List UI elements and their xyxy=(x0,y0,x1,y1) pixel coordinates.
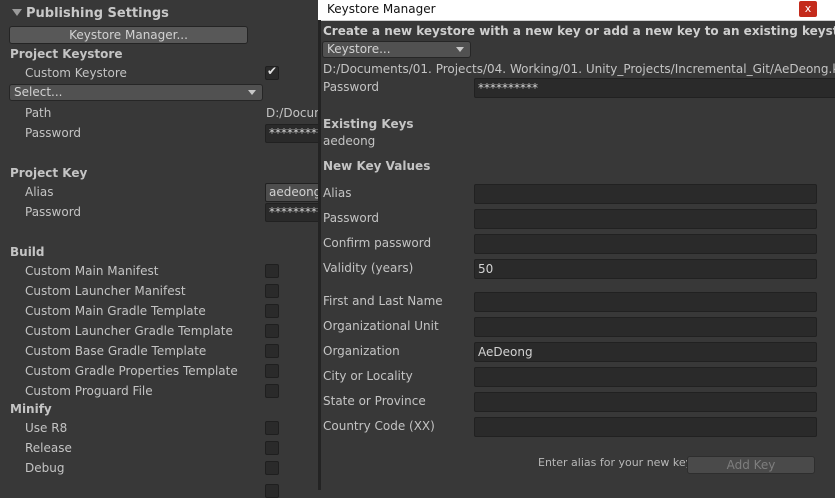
hint-text: Enter alias for your new key. xyxy=(538,456,695,469)
org-unit-input[interactable] xyxy=(474,317,817,337)
new-password-label: Password xyxy=(323,211,380,225)
country-label: Country Code (XX) xyxy=(323,419,435,433)
dialog-password-label: Password xyxy=(323,80,380,94)
path-label: Path xyxy=(25,106,52,120)
minify-item-checkbox[interactable] xyxy=(265,461,279,475)
dialog-titlebar[interactable]: Keystore Manager x xyxy=(318,0,835,21)
keystore-dropdown-value: Keystore... xyxy=(327,42,391,56)
dialog-password-field[interactable]: ********** xyxy=(474,78,835,98)
dialog-heading: Create a new keystore with a new key or … xyxy=(323,24,835,38)
add-key-button[interactable]: Add Key xyxy=(687,456,815,474)
project-keystore-header: Project Keystore xyxy=(10,47,123,61)
first-last-name-input[interactable] xyxy=(474,292,817,312)
new-alias-label: Alias xyxy=(323,186,352,200)
build-item-label: Custom Launcher Gradle Template xyxy=(25,324,233,338)
dropdown-arrow-icon xyxy=(456,47,464,52)
path-value: D:/Docum xyxy=(266,106,326,120)
key-password-label: Password xyxy=(25,205,82,219)
minify-item-label: Use R8 xyxy=(25,421,68,435)
build-item-checkbox[interactable] xyxy=(265,304,279,318)
project-key-header: Project Key xyxy=(10,166,88,180)
existing-key-item: aedeong xyxy=(323,134,376,148)
keystore-select-value: Select... xyxy=(14,85,63,99)
organization-value: AeDeong xyxy=(478,345,533,359)
dialog-password-value: ********** xyxy=(478,81,538,95)
build-item-checkbox[interactable] xyxy=(265,344,279,358)
build-header: Build xyxy=(10,245,45,259)
check-icon: ✔ xyxy=(267,64,278,78)
new-key-values-header: New Key Values xyxy=(323,159,431,173)
city-input[interactable] xyxy=(474,367,817,387)
minify-item-label: Release xyxy=(25,441,72,455)
organization-input[interactable]: AeDeong xyxy=(474,342,817,362)
build-item-checkbox[interactable] xyxy=(265,364,279,378)
dialog-border xyxy=(318,20,321,490)
keystore-manager-button[interactable]: Keystore Manager... xyxy=(9,26,248,44)
city-label: City or Locality xyxy=(323,369,413,383)
build-item-checkbox[interactable] xyxy=(265,324,279,338)
existing-keys-header: Existing Keys xyxy=(323,117,414,131)
validity-label: Validity (years) xyxy=(323,261,414,275)
dropdown-arrow-icon xyxy=(248,90,256,95)
alias-value: aedeong xyxy=(269,185,322,199)
cut-off-checkbox[interactable] xyxy=(265,484,279,498)
state-input[interactable] xyxy=(474,392,817,412)
build-item-label: Custom Gradle Properties Template xyxy=(25,364,238,378)
keystore-path: D:/Documents/01. Projects/04. Working/01… xyxy=(323,62,835,76)
confirm-password-label: Confirm password xyxy=(323,236,432,250)
build-item-checkbox[interactable] xyxy=(265,264,279,278)
publishing-settings-title[interactable]: Publishing Settings xyxy=(26,6,169,21)
country-input[interactable] xyxy=(474,417,817,437)
minify-item-checkbox[interactable] xyxy=(265,421,279,435)
minify-item-checkbox[interactable] xyxy=(265,441,279,455)
build-item-label: Custom Proguard File xyxy=(25,384,153,398)
alias-label: Alias xyxy=(25,185,54,199)
keystore-password-label: Password xyxy=(25,126,82,140)
validity-input[interactable]: 50 xyxy=(474,259,817,279)
build-item-checkbox[interactable] xyxy=(265,384,279,398)
custom-keystore-label: Custom Keystore xyxy=(25,66,127,80)
build-item-label: Custom Base Gradle Template xyxy=(25,344,207,358)
build-item-label: Custom Main Gradle Template xyxy=(25,304,206,318)
organization-label: Organization xyxy=(323,344,400,358)
close-icon: x xyxy=(804,2,812,15)
validity-value: 50 xyxy=(478,262,494,276)
close-button[interactable]: x xyxy=(799,1,817,17)
keystore-dropdown[interactable]: Keystore... xyxy=(322,41,471,58)
build-item-label: Custom Main Manifest xyxy=(25,264,159,278)
minify-header: Minify xyxy=(10,402,52,416)
new-alias-input[interactable] xyxy=(474,184,817,204)
confirm-password-input[interactable] xyxy=(474,234,817,254)
dialog-title: Keystore Manager xyxy=(327,2,436,16)
minify-item-label: Debug xyxy=(25,461,65,475)
build-item-checkbox[interactable] xyxy=(265,284,279,298)
keystore-manager-dialog: Keystore Manager x Create a new keystore… xyxy=(318,0,835,490)
keystore-select-dropdown[interactable]: Select... xyxy=(9,84,263,101)
foldout-arrow-icon[interactable] xyxy=(12,9,22,16)
first-last-name-label: First and Last Name xyxy=(323,294,443,308)
org-unit-label: Organizational Unit xyxy=(323,319,439,333)
new-password-input[interactable] xyxy=(474,209,817,229)
custom-keystore-checkbox[interactable]: ✔ xyxy=(265,64,279,80)
state-label: State or Province xyxy=(323,394,426,408)
build-item-label: Custom Launcher Manifest xyxy=(25,284,186,298)
